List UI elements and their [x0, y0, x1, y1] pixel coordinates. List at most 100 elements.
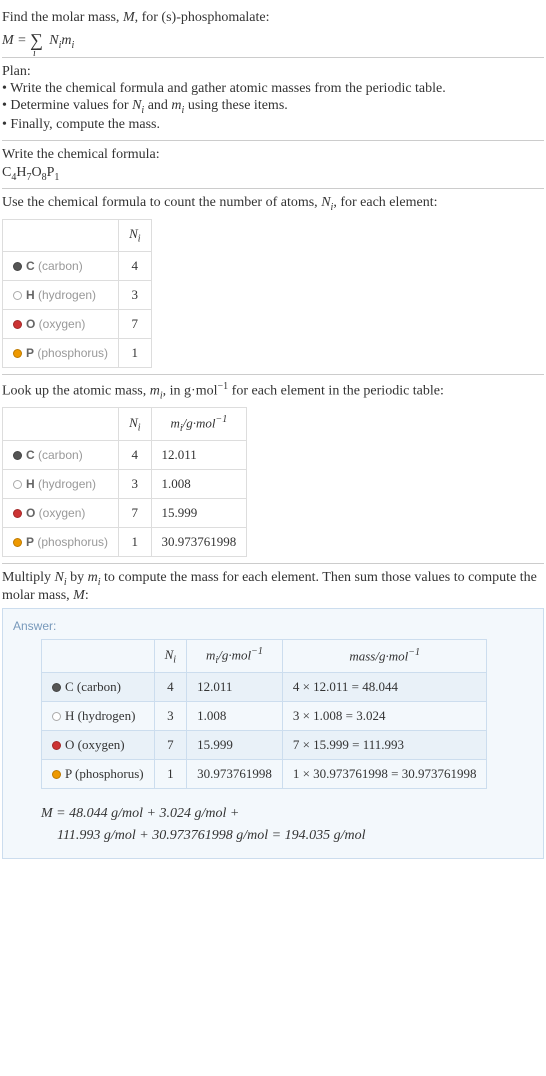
chemical-formula-section: Write the chemical formula: C4H7O8P1	[2, 141, 544, 190]
chem-sym: O	[31, 165, 41, 180]
count-table: Ni C (carbon)4 H (hydrogen)3 O (oxygen)7…	[2, 219, 152, 368]
element-dot-icon	[13, 349, 22, 358]
formula-m-sub: i	[71, 40, 74, 51]
m-cell: 15.999	[151, 499, 247, 528]
element-cell: O (oxygen)	[3, 309, 119, 338]
calc-cell: 4 × 12.011 = 48.044	[282, 672, 487, 701]
element-dot-icon	[52, 770, 61, 779]
plan-section: Plan: • Write the chemical formula and g…	[2, 58, 544, 141]
element-cell: C (carbon)	[3, 441, 119, 470]
n-cell: 3	[119, 280, 151, 309]
m-cell: 12.011	[151, 441, 247, 470]
table-row: C (carbon)412.011	[3, 441, 247, 470]
n-cell: 7	[119, 499, 151, 528]
table-row: P (phosphorus)130.9737619981 × 30.973761…	[42, 759, 487, 788]
sum-index: i	[33, 48, 36, 59]
chem-sym: C	[2, 165, 11, 180]
table-row: C (carbon)4	[3, 251, 152, 280]
calc-cell: 3 × 1.008 = 3.024	[282, 701, 487, 730]
n-cell: 3	[154, 701, 186, 730]
table-header-row: Ni	[3, 220, 152, 252]
mass-heading-m: m	[150, 383, 160, 398]
mass-table: Ni mi/g·mol−1 C (carbon)412.011 H (hydro…	[2, 407, 247, 557]
element-cell: P (phosphorus)	[42, 759, 155, 788]
m-cell: 12.011	[187, 672, 283, 701]
table-row: O (oxygen)715.9997 × 15.999 = 111.993	[42, 730, 487, 759]
atomic-mass-section: Look up the atomic mass, mi, in g·mol−1 …	[2, 375, 544, 564]
answer-label: Answer:	[13, 619, 533, 633]
m-cell: 1.008	[151, 470, 247, 499]
element-cell: H (hydrogen)	[42, 701, 155, 730]
plan-item: • Determine values for Ni and mi using t…	[2, 98, 544, 116]
element-cell: P (phosphorus)	[3, 338, 119, 367]
element-cell: C (carbon)	[3, 251, 119, 280]
col-m: mi/g·mol−1	[151, 408, 247, 441]
element-cell: P (phosphorus)	[3, 528, 119, 557]
table-row: C (carbon)412.0114 × 12.011 = 48.044	[42, 672, 487, 701]
count-heading-N: N	[321, 195, 330, 210]
table-row: O (oxygen)715.999	[3, 499, 247, 528]
count-heading-b: , for each element:	[333, 195, 437, 210]
intro-part-a: Find the molar mass,	[2, 10, 123, 25]
n-cell: 4	[154, 672, 186, 701]
final-line2: 111.993 g/mol + 30.973761998 g/mol = 194…	[41, 825, 533, 847]
element-dot-icon	[52, 683, 61, 692]
n-cell: 1	[119, 528, 151, 557]
plan-list: • Write the chemical formula and gather …	[2, 81, 544, 133]
multiply-section: Multiply Ni by mi to compute the mass fo…	[2, 564, 544, 865]
table-header-row: Ni mi/g·mol−1 mass/g·mol−1	[42, 639, 487, 672]
m-cell: 30.973761998	[187, 759, 283, 788]
table-header-row: Ni mi/g·mol−1	[3, 408, 247, 441]
mass-heading: Look up the atomic mass, mi, in g·mol−1 …	[2, 381, 544, 401]
intro-text: Find the molar mass, M, for (s)-phosphom…	[2, 10, 544, 26]
final-equation: M = 48.044 g/mol + 3.024 g/mol + 111.993…	[41, 803, 533, 848]
element-dot-icon	[52, 712, 61, 721]
calc-cell: 1 × 30.973761998 = 30.973761998	[282, 759, 487, 788]
mass-heading-a: Look up the atomic mass,	[2, 383, 150, 398]
element-dot-icon	[13, 451, 22, 460]
element-dot-icon	[13, 291, 22, 300]
m-cell: 30.973761998	[151, 528, 247, 557]
mass-heading-b: , in g·mol	[163, 383, 218, 398]
element-dot-icon	[13, 538, 22, 547]
sigma-icon: ∑	[30, 30, 43, 50]
chem-heading: Write the chemical formula:	[2, 147, 544, 163]
multiply-text: Multiply Ni by mi to compute the mass fo…	[2, 570, 544, 604]
chem-sym: H	[16, 165, 26, 180]
table-row: H (hydrogen)31.008	[3, 470, 247, 499]
plan-item: • Write the chemical formula and gather …	[2, 81, 544, 97]
chemical-formula: C4H7O8P1	[2, 165, 544, 183]
intro-M: M	[123, 10, 135, 25]
col-element	[3, 408, 119, 441]
intro-section: Find the molar mass, M, for (s)-phosphom…	[2, 4, 544, 58]
mass-heading-c: for each element in the periodic table:	[228, 383, 444, 398]
n-cell: 3	[119, 470, 151, 499]
element-dot-icon	[13, 509, 22, 518]
element-dot-icon	[52, 741, 61, 750]
n-cell: 7	[154, 730, 186, 759]
plan-heading: Plan:	[2, 64, 544, 80]
n-cell: 4	[119, 251, 151, 280]
n-cell: 1	[119, 338, 151, 367]
count-heading-a: Use the chemical formula to count the nu…	[2, 195, 321, 210]
m-cell: 1.008	[187, 701, 283, 730]
col-N: Ni	[119, 220, 151, 252]
mass-heading-exp: −1	[218, 381, 229, 392]
calc-cell: 7 × 15.999 = 111.993	[282, 730, 487, 759]
final-line1: M = 48.044 g/mol + 3.024 g/mol +	[41, 803, 533, 825]
chem-sub: 1	[54, 171, 59, 182]
element-cell: O (oxygen)	[3, 499, 119, 528]
count-atoms-section: Use the chemical formula to count the nu…	[2, 189, 544, 374]
answer-content: Ni mi/g·mol−1 mass/g·mol−1 C (carbon)412…	[13, 639, 533, 848]
element-dot-icon	[13, 320, 22, 329]
formula-N: N	[46, 33, 59, 48]
molar-mass-formula: M = ∑i Nimi	[2, 28, 544, 51]
col-N: Ni	[119, 408, 151, 441]
col-mass: mass/g·mol−1	[282, 639, 487, 672]
answer-table: Ni mi/g·mol−1 mass/g·mol−1 C (carbon)412…	[41, 639, 487, 789]
count-heading: Use the chemical formula to count the nu…	[2, 195, 544, 213]
n-cell: 4	[119, 441, 151, 470]
n-cell: 1	[154, 759, 186, 788]
table-row: H (hydrogen)31.0083 × 1.008 = 3.024	[42, 701, 487, 730]
table-row: P (phosphorus)1	[3, 338, 152, 367]
